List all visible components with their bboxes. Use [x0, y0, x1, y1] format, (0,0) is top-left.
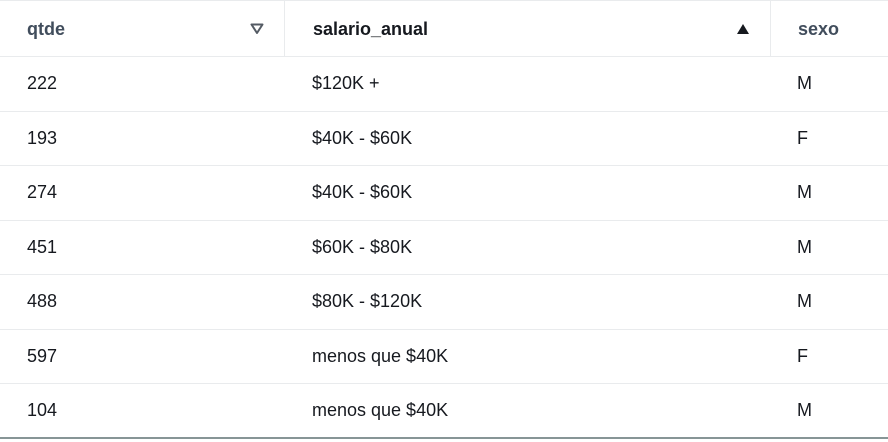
table-row: 104 menos que $40K M — [0, 384, 888, 439]
column-header-salario-anual[interactable]: salario_anual — [284, 1, 770, 57]
cell-sexo: M — [797, 399, 812, 420]
cell-salario-anual: menos que $40K — [312, 399, 449, 420]
table-row: 451 $60K - $80K M — [0, 221, 888, 275]
cell-salario-anual: menos que $40K — [312, 345, 449, 366]
cell-salario-anual: $120K + — [312, 73, 380, 94]
cell-sexo: M — [797, 73, 812, 94]
column-header-label: salario_anual — [313, 18, 429, 39]
cell-salario-anual: $60K - $80K — [312, 236, 413, 257]
results-table: qtde salario_anual sexo 222 $120K + M 19… — [0, 0, 888, 442]
table-row: 488 $80K - $120K M — [0, 275, 888, 330]
table-row: 274 $40K - $60K M — [0, 166, 888, 221]
sort-descending-icon[interactable] — [250, 23, 264, 35]
cell-sexo: M — [797, 291, 812, 312]
cell-salario-anual: $40K - $60K — [312, 127, 413, 148]
cell-qtde: 222 — [27, 73, 58, 94]
table-header: qtde salario_anual sexo — [0, 1, 888, 57]
table-row: 222 $120K + M — [0, 57, 888, 112]
table-row: 193 $40K - $60K F — [0, 112, 888, 166]
cell-qtde: 193 — [27, 127, 58, 148]
cell-qtde: 451 — [27, 236, 58, 257]
cell-qtde: 597 — [27, 345, 58, 366]
cell-sexo: M — [797, 236, 812, 257]
cell-qtde: 104 — [27, 399, 58, 420]
cell-sexo: M — [797, 182, 812, 203]
column-header-sexo[interactable]: sexo — [770, 1, 888, 57]
cell-qtde: 274 — [27, 182, 58, 203]
cell-salario-anual: $80K - $120K — [312, 291, 423, 312]
sort-ascending-icon[interactable] — [736, 23, 750, 35]
column-header-label: sexo — [798, 18, 840, 39]
cell-qtde: 488 — [27, 291, 58, 312]
cell-salario-anual: $40K - $60K — [312, 182, 413, 203]
cell-sexo: F — [797, 127, 808, 148]
column-header-qtde[interactable]: qtde — [0, 1, 284, 57]
table-row: 597 menos que $40K F — [0, 330, 888, 384]
column-header-label: qtde — [27, 18, 65, 39]
cell-sexo: F — [797, 345, 808, 366]
